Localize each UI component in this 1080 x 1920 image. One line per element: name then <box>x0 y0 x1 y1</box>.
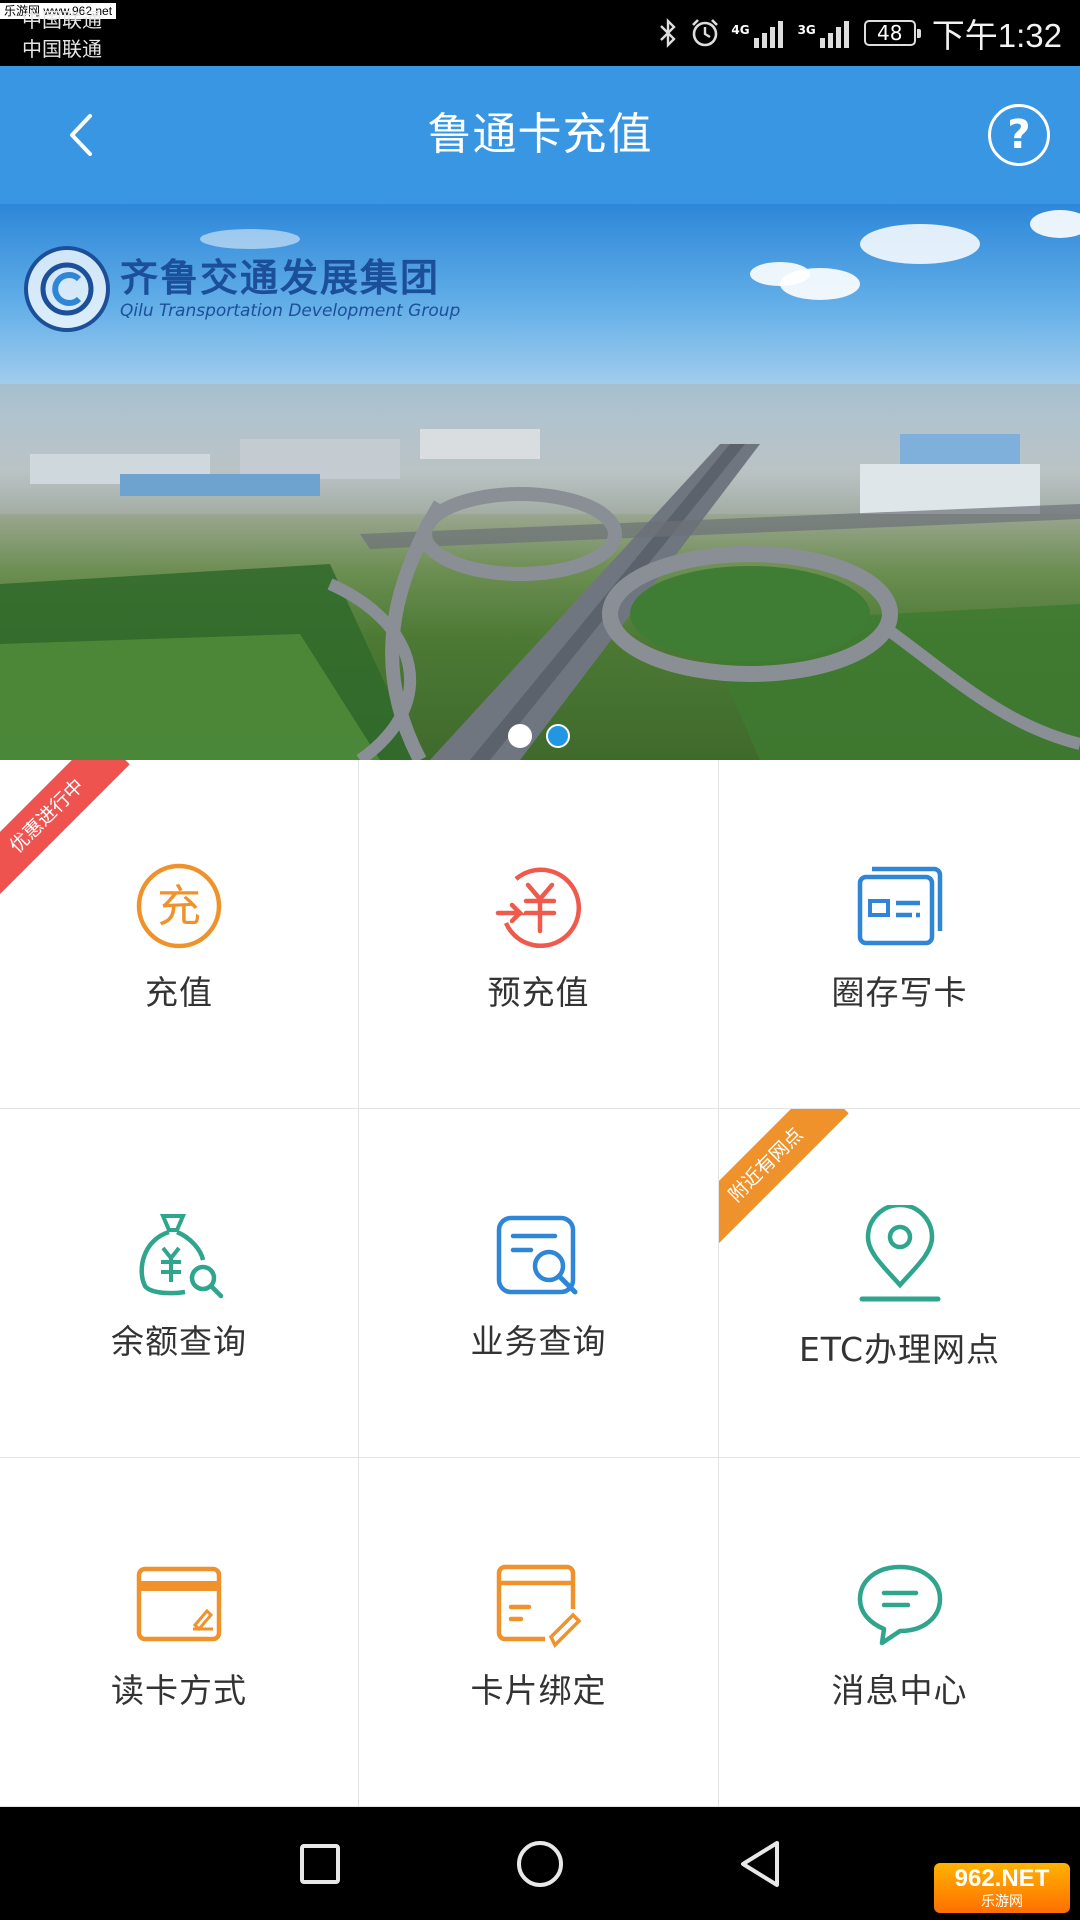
carousel-indicator <box>508 724 570 748</box>
prepaid-icon <box>491 858 587 954</box>
grid-item-card-write[interactable]: 圈存写卡 <box>719 760 1080 1109</box>
grid-item-label: 卡片绑定 <box>470 1671 607 1710</box>
status-bar: 乐游网 www.962.net 中国联通 中国联通 4G 3G 48 下午1:3… <box>0 0 1080 66</box>
square-icon <box>300 1844 340 1884</box>
triangle-back-icon <box>741 1841 779 1887</box>
battery-icon: 48 <box>863 20 921 46</box>
net-label-1: 4G <box>731 23 750 37</box>
grid-item-business-query[interactable]: 业务查询 <box>359 1109 719 1458</box>
site-watermark: 962.NET 乐游网 <box>934 1863 1070 1913</box>
chevron-left-icon <box>70 114 92 156</box>
promo-ribbon: 优惠进行中 <box>0 760 130 899</box>
carousel-dot[interactable] <box>508 724 532 748</box>
business-query-icon <box>491 1207 587 1303</box>
back-nav-button[interactable] <box>731 1835 789 1893</box>
home-button[interactable] <box>511 1835 569 1893</box>
app-bar: 鲁通卡充值 ? <box>0 66 1080 204</box>
watermark-main: 962.NET <box>954 1865 1050 1892</box>
grid-item-label: ETC办理网点 <box>798 1330 1001 1369</box>
net-label-2: 3G <box>797 23 816 37</box>
recents-button[interactable] <box>291 1835 349 1893</box>
clock: 下午1:32 <box>931 17 1062 54</box>
system-nav-bar: 962.NET 乐游网 <box>0 1807 1080 1920</box>
grid-item-recharge[interactable]: 优惠进行中 充 充值 <box>0 760 359 1109</box>
card-bind-icon <box>491 1556 587 1652</box>
function-grid: 优惠进行中 充 充值 预充值 圈存写卡 余额查询 业务查询 附近有网点 ETC办… <box>0 760 1080 1807</box>
grid-item-label: 圈存写卡 <box>831 973 968 1012</box>
banner-logo: 齐鲁交通发展集团 Qilu Transportation Development… <box>24 246 460 332</box>
carrier-2: 中国联通 <box>22 37 102 61</box>
grid-item-label: 充值 <box>145 973 213 1012</box>
back-button[interactable] <box>50 104 112 166</box>
grid-item-label: 消息中心 <box>831 1671 968 1710</box>
page-title: 鲁通卡充值 <box>427 109 653 160</box>
balance-query-icon <box>131 1207 227 1303</box>
carousel-dot-active[interactable] <box>546 724 570 748</box>
grid-item-balance[interactable]: 余额查询 <box>0 1109 359 1458</box>
logo-en: Qilu Transportation Development Group <box>120 301 461 321</box>
grid-item-messages[interactable]: 消息中心 <box>719 1458 1080 1807</box>
svg-text:充: 充 <box>157 881 201 932</box>
carrier-1: 中国联通 <box>22 8 102 32</box>
location-pin-icon <box>852 1205 948 1303</box>
nearby-ribbon: 附近有网点 <box>719 1109 849 1248</box>
grid-item-label: 业务查询 <box>470 1322 607 1361</box>
alarm-icon <box>689 17 721 49</box>
watermark-sub: 乐游网 <box>981 1893 1023 1909</box>
card-reader-icon <box>131 1556 227 1652</box>
banner-carousel[interactable]: 齐鲁交通发展集团 Qilu Transportation Development… <box>0 204 1080 760</box>
signal-4g: 4G <box>731 18 787 48</box>
help-icon: ? <box>1007 112 1031 158</box>
circle-icon <box>517 1841 563 1887</box>
message-icon <box>852 1556 948 1652</box>
card-write-icon <box>852 858 948 954</box>
grid-item-prepaid[interactable]: 预充值 <box>359 760 719 1109</box>
battery-level: 48 <box>877 21 903 45</box>
signal-3g: 3G <box>798 18 854 48</box>
grid-item-card-reader[interactable]: 读卡方式 <box>0 1458 359 1807</box>
bluetooth-icon <box>657 17 679 49</box>
recharge-icon: 充 <box>131 858 227 954</box>
grid-item-etc-outlets[interactable]: 附近有网点 ETC办理网点 <box>719 1109 1080 1458</box>
qltd-emblem-icon <box>24 246 110 332</box>
help-button[interactable]: ? <box>988 104 1050 166</box>
grid-item-label: 读卡方式 <box>111 1671 247 1710</box>
grid-item-label: 预充值 <box>487 973 590 1012</box>
grid-item-label: 余额查询 <box>111 1322 247 1361</box>
grid-item-card-bind[interactable]: 卡片绑定 <box>359 1458 719 1807</box>
logo-cn: 齐鲁交通发展集团 <box>120 256 441 300</box>
